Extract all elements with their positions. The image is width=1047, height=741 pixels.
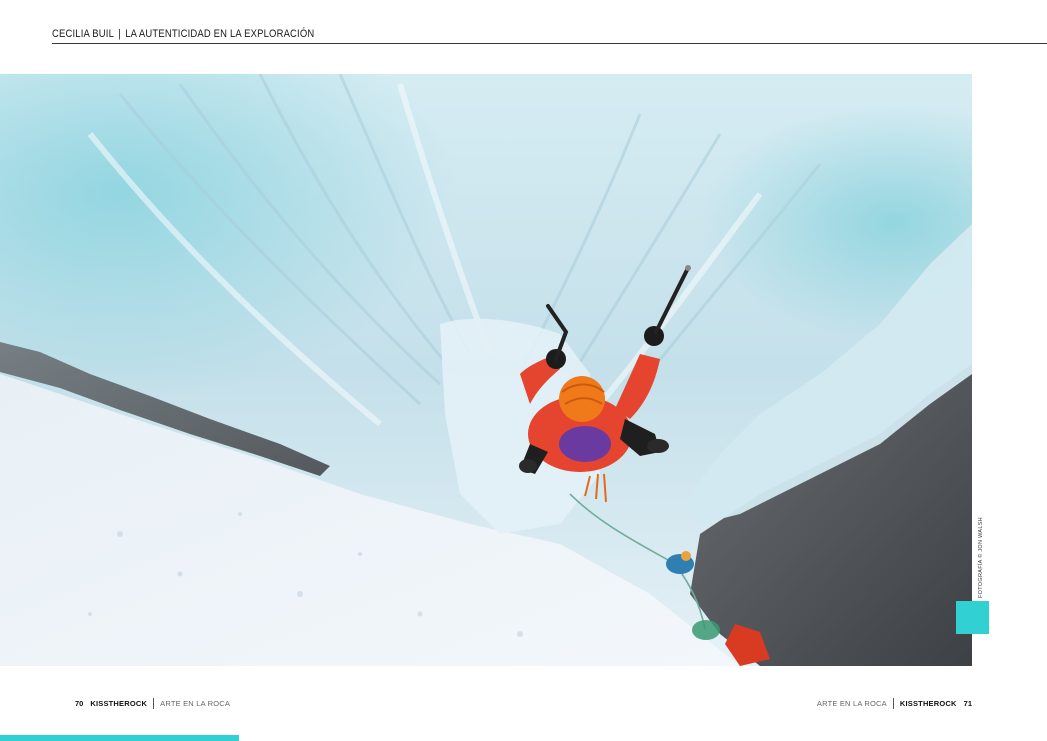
header-rule bbox=[52, 43, 1047, 44]
accent-bar bbox=[0, 735, 239, 741]
header-author: CECILIA BUIL bbox=[52, 28, 115, 40]
section-right: ARTE EN LA ROCA bbox=[816, 699, 887, 708]
footer-separator-right bbox=[892, 698, 894, 709]
accent-square bbox=[956, 601, 989, 634]
footer-right: ARTE EN LA ROCA KISSTHEROCK 71 bbox=[817, 698, 972, 709]
ice-climbing-photo bbox=[0, 74, 972, 666]
photo-credit: FOTOGRAFÍA © JON WALSH bbox=[978, 517, 984, 598]
page-number-right: 71 bbox=[963, 699, 972, 708]
page-number-left: 70 bbox=[75, 699, 84, 708]
header-separator: | bbox=[118, 28, 121, 40]
section-left: ARTE EN LA ROCA bbox=[160, 699, 231, 708]
header-article-title: LA AUTENTICIDAD EN LA EXPLORACIÓN bbox=[125, 28, 315, 40]
brand-left: KISSTHEROCK bbox=[90, 699, 148, 708]
running-header: CECILIA BUIL | LA AUTENTICIDAD EN LA EXPLO… bbox=[52, 28, 314, 40]
footer-separator-left bbox=[153, 698, 155, 709]
brand-right: KISSTHEROCK bbox=[899, 699, 957, 708]
footer-left: 70 KISSTHEROCK ARTE EN LA ROCA bbox=[75, 698, 230, 709]
